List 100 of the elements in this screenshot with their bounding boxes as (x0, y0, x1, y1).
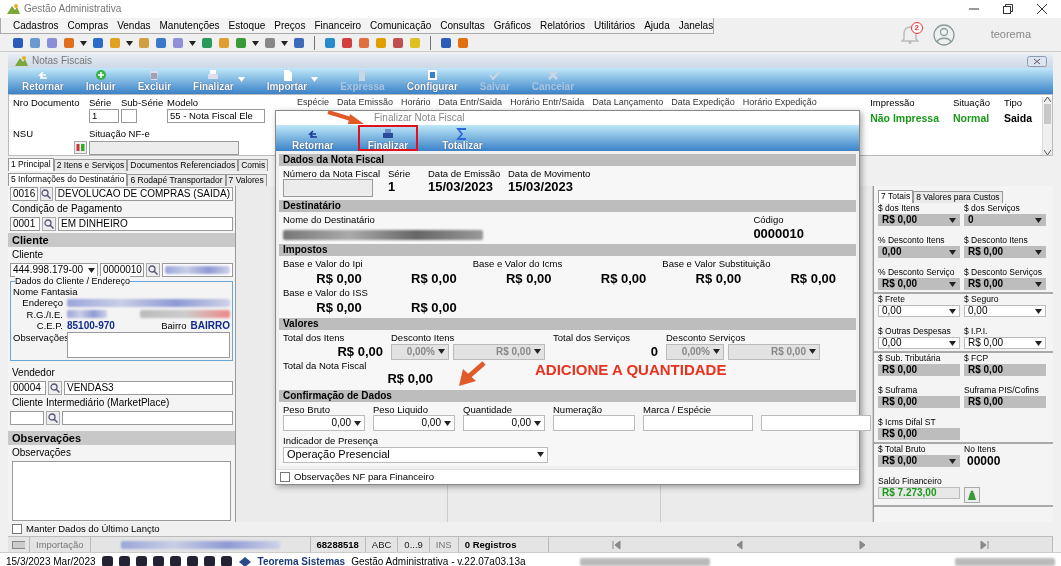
menu-item[interactable]: Relatórios (539, 19, 585, 32)
menu-item[interactable]: Manutenções (159, 19, 220, 32)
social-media-icon[interactable] (203, 556, 215, 566)
number-field[interactable]: 0,00 (283, 415, 365, 432)
tab[interactable]: 5 Informações do Destinatário (8, 173, 128, 186)
menu-item[interactable]: Compras (67, 19, 109, 32)
scroll-down-icon[interactable] (1044, 150, 1051, 155)
toolbar-icon[interactable] (12, 37, 24, 49)
scrollbar-thumb[interactable] (1044, 104, 1051, 124)
toolbar-icon[interactable] (293, 37, 305, 49)
user-avatar-icon[interactable] (932, 23, 955, 46)
select-field[interactable]: 55 - Nota Fiscal Ele (167, 109, 265, 124)
nav-arrow-icon[interactable] (611, 539, 622, 550)
social-media-icon[interactable] (186, 556, 198, 566)
menu-item[interactable]: Vendas (117, 19, 151, 32)
social-media-icon[interactable] (169, 556, 181, 566)
number-field[interactable]: 0,00 (878, 337, 960, 349)
input-field[interactable] (121, 109, 137, 124)
input-field[interactable]: 0000010 (100, 263, 144, 277)
input-field[interactable]: 0016 (10, 187, 39, 201)
money-button[interactable] (964, 487, 980, 503)
social-media-icon[interactable] (220, 556, 232, 566)
social-media-icon[interactable] (118, 556, 130, 566)
company-link[interactable]: Teorema Sistemas (257, 555, 346, 566)
tab[interactable]: 2 Itens e Serviços (53, 159, 128, 171)
social-media-icon[interactable] (101, 556, 113, 566)
nav-arrow-icon[interactable] (979, 539, 990, 550)
toolbar-icon[interactable] (92, 37, 104, 49)
number-field[interactable]: R$ 0,00 (964, 337, 1046, 349)
number-field[interactable]: 0,00 (373, 415, 455, 432)
search-icon (148, 265, 158, 275)
number-field[interactable]: 0,00 (964, 305, 1046, 317)
menu-item[interactable]: Comunicação (370, 19, 432, 32)
toolbar-icon[interactable] (235, 37, 247, 49)
toolbar-icon[interactable] (264, 37, 276, 49)
search-button[interactable] (42, 217, 56, 231)
tab[interactable]: Documentos Referenciados (127, 159, 239, 171)
checkbox[interactable] (12, 524, 22, 534)
scroll-up-icon[interactable] (1044, 97, 1051, 102)
input-field[interactable] (10, 411, 44, 426)
select-field[interactable]: Operação Presencial (283, 446, 548, 463)
input-field[interactable]: 1 (89, 109, 119, 124)
menu-item[interactable]: Gráficos (493, 19, 531, 32)
toolbar-icon[interactable] (457, 37, 469, 49)
input-field[interactable] (283, 179, 373, 198)
number-field[interactable]: 0,00 (878, 305, 960, 317)
input-field[interactable]: EM DINHEIRO (58, 217, 233, 231)
menu-item[interactable]: Utilitários (594, 19, 636, 32)
panel-icon[interactable] (12, 540, 25, 549)
field-label: Sub-Série (121, 97, 165, 109)
input-field[interactable] (162, 263, 233, 277)
input-field[interactable] (761, 415, 871, 432)
toolbar-icon[interactable] (29, 37, 41, 49)
input-field[interactable]: 0001 (10, 217, 40, 231)
toolbar-icon[interactable] (324, 37, 336, 49)
toolbar-icon[interactable] (172, 37, 184, 49)
close-icon[interactable] (1037, 4, 1047, 14)
menu-item[interactable]: Ajuda (644, 19, 670, 32)
search-button[interactable] (40, 187, 53, 201)
toolbar-icon[interactable] (201, 37, 213, 49)
tab[interactable]: 1 Principal (8, 158, 54, 171)
toolbar-icon[interactable] (392, 37, 404, 49)
tab[interactable]: 7 Totais (878, 190, 914, 203)
tab[interactable]: 8 Valores para Custos (913, 191, 1003, 203)
status-icon[interactable] (74, 140, 87, 154)
toolbar-icon[interactable] (440, 37, 452, 49)
social-media-icon[interactable] (135, 556, 147, 566)
input-field[interactable]: 00004 (10, 381, 46, 396)
checkbox[interactable] (280, 471, 290, 482)
search-button[interactable] (146, 263, 160, 277)
input-field[interactable] (62, 411, 233, 426)
menu-item[interactable]: Consultas (440, 19, 485, 32)
search-button[interactable] (46, 411, 60, 426)
restore-icon[interactable] (1003, 4, 1013, 14)
menu-item[interactable]: Janelas (678, 19, 714, 32)
menu-item[interactable]: Financeiro (314, 19, 362, 32)
number-field[interactable]: 0,00 (463, 415, 545, 432)
toolbar-icon[interactable] (341, 37, 353, 49)
notes-field[interactable] (12, 461, 231, 521)
select-field[interactable]: 444.998.179-00 (10, 263, 98, 277)
menu-item[interactable]: Cadastros (13, 19, 59, 32)
toolbar-icon[interactable] (358, 37, 370, 49)
toolbar-icon[interactable] (46, 37, 58, 49)
input-field[interactable]: VENDAS3 (64, 381, 233, 396)
notes-field[interactable] (67, 332, 230, 359)
nav-arrow-icon[interactable] (856, 539, 867, 550)
social-media-icon[interactable] (152, 556, 164, 566)
input-field[interactable] (553, 415, 635, 432)
search-button[interactable] (48, 381, 62, 396)
toolbar-icon[interactable] (155, 37, 167, 49)
input-field[interactable]: DEVOLUCAO DE COMPRAS (SAIDA) (54, 187, 233, 201)
input-field[interactable] (643, 415, 753, 432)
tab[interactable]: 7 Valores (225, 174, 267, 186)
bell-icon[interactable] (900, 23, 919, 44)
tab[interactable]: Comis (238, 159, 269, 171)
toolbar-icon[interactable] (63, 37, 75, 49)
menu-item[interactable]: Preços (274, 19, 306, 32)
tab[interactable]: 6 Rodapé Transportador (127, 174, 226, 186)
menu-item[interactable]: Estoque (228, 19, 266, 32)
field-label: Nome Fantasia (13, 286, 78, 298)
